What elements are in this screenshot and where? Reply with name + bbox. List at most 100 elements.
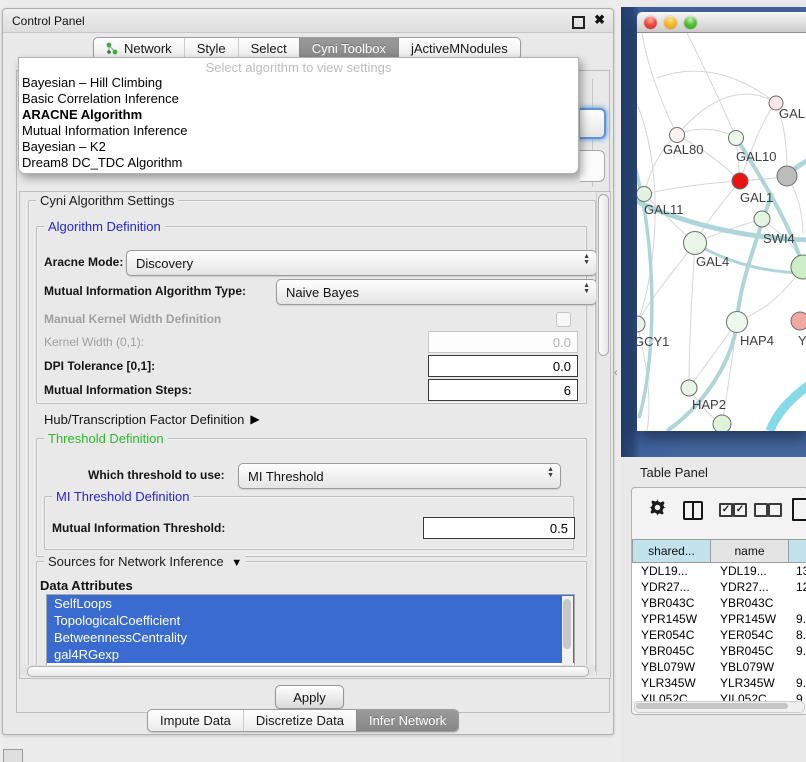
node-SWI4[interactable] <box>754 211 770 227</box>
tab-infer-network[interactable]: Infer Network <box>356 710 458 731</box>
network-canvas[interactable]: GALGAL80GAL10GAL1GAL11SWI4GAL4GCY1HAP4YH… <box>637 33 806 431</box>
node-GAL11[interactable] <box>637 187 652 202</box>
close-traffic-light-icon[interactable] <box>644 16 657 29</box>
table-row[interactable]: YDL19...YDL19...13 <box>632 563 806 579</box>
node-Y[interactable] <box>791 312 806 330</box>
threshold-select[interactable]: MI Threshold ▲▼ <box>238 463 561 489</box>
apply-button[interactable]: Apply <box>275 685 344 709</box>
menu-item[interactable]: Mutual Information Inference <box>19 123 578 139</box>
file-icon[interactable] <box>792 498 806 521</box>
list-item[interactable]: TopologicalCoefficient <box>47 612 574 629</box>
table-cell[interactable]: YBL079W <box>711 659 789 675</box>
table-row[interactable]: YBR045CYBR045C9. <box>632 643 806 659</box>
column-header[interactable]: name <box>711 539 789 563</box>
menu-item[interactable]: Bayesian – K2 <box>19 139 578 155</box>
control-panel-titlebar[interactable]: Control Panel ✖ <box>3 9 613 33</box>
table-cell[interactable]: 9. <box>789 675 806 691</box>
table-row[interactable]: YLR345WYLR345W9. <box>632 675 806 691</box>
select-all-checkbox-icon[interactable]: ✓ <box>733 503 747 517</box>
table-row[interactable]: YIL052CYIL052C9. <box>632 691 806 701</box>
table-horizontal-scrollbar[interactable] <box>634 701 805 713</box>
mi-algorithm-type-select[interactable]: Naive Bayes ▲▼ <box>276 279 597 305</box>
table-cell[interactable]: YLR345W <box>632 675 711 691</box>
table-cell[interactable]: YBR045C <box>711 643 789 659</box>
table-cell[interactable]: YDR27... <box>632 579 711 595</box>
table-row[interactable]: YDR27...YDR27...12 <box>632 579 806 595</box>
float-window-icon[interactable] <box>572 16 585 29</box>
menu-item[interactable]: Bayesian – Hill Climbing <box>19 75 578 91</box>
zoom-traffic-light-icon[interactable] <box>684 16 697 29</box>
tab-style[interactable]: Style <box>184 38 238 59</box>
network-view-window[interactable]: GALGAL80GAL10GAL1GAL11SWI4GAL4GCY1HAP4YH… <box>637 12 806 431</box>
tab-network[interactable]: Network <box>94 38 184 59</box>
deselect-all-checkbox-icon[interactable] <box>754 503 768 517</box>
node-unnamed[interactable] <box>777 166 797 186</box>
column-header[interactable]: shared... <box>632 539 711 563</box>
table-row[interactable]: YER054CYER054C8. <box>632 627 806 643</box>
node-GAL10[interactable] <box>729 131 744 146</box>
deselect-all-checkbox-icon[interactable] <box>768 503 782 517</box>
table-cell[interactable]: YDL19... <box>711 563 789 579</box>
table-cell[interactable]: YBR043C <box>632 595 711 611</box>
settings-horizontal-scrollbar[interactable] <box>20 665 595 676</box>
node-GAL4[interactable] <box>684 232 707 255</box>
manual-kernel-checkbox[interactable] <box>556 312 571 327</box>
table-row[interactable]: YBR043CYBR043C <box>632 595 806 611</box>
table-cell[interactable]: YIL052C <box>711 691 789 701</box>
table-cell[interactable] <box>789 659 806 675</box>
table-cell[interactable]: 9. <box>789 611 806 627</box>
node-unnamed[interactable] <box>791 255 806 279</box>
dpi-tolerance-input[interactable]: 0.0 <box>428 355 578 377</box>
minimize-traffic-light-icon[interactable] <box>664 16 677 29</box>
settings-vertical-scrollbar[interactable] <box>596 192 609 676</box>
table-cell[interactable]: 8. <box>789 627 806 643</box>
table-cell[interactable]: YIL052C <box>632 691 711 701</box>
table-cell[interactable]: 12 <box>789 579 806 595</box>
node-HAP4[interactable] <box>727 312 748 333</box>
menu-item-selected[interactable]: ARACNE Algorithm <box>19 107 578 123</box>
network-window-titlebar[interactable] <box>637 12 806 33</box>
table-cell[interactable]: YBL079W <box>632 659 711 675</box>
node-GCY1[interactable] <box>637 316 645 332</box>
hub-definition-expander[interactable]: Hub/Transcription Factor Definition ▶ <box>44 408 260 430</box>
table-cell[interactable]: YPR145W <box>632 611 711 627</box>
column-header[interactable]: A <box>789 539 806 563</box>
table-row[interactable]: YBL079WYBL079W <box>632 659 806 675</box>
hidden-combo-fragment[interactable] <box>580 108 606 139</box>
list-item[interactable]: SelfLoops <box>47 595 574 612</box>
select-all-checkbox-icon[interactable]: ✓ <box>719 503 733 517</box>
gear-icon[interactable] <box>649 499 666 516</box>
tab-discretize-data[interactable]: Discretize Data <box>243 710 356 731</box>
tab-jactivemnodules[interactable]: jActiveMNodules <box>398 38 520 59</box>
data-attributes-list[interactable]: SelfLoops TopologicalCoefficient Between… <box>46 594 575 667</box>
list-item[interactable]: gal4RGexp <box>47 646 574 663</box>
menu-item[interactable]: Basic Correlation Inference <box>19 91 578 107</box>
table-cell[interactable] <box>789 595 806 611</box>
table-cell[interactable]: 9. <box>789 643 806 659</box>
columns-icon[interactable] <box>683 501 703 520</box>
node-GAL80[interactable] <box>670 128 685 143</box>
divider-collapse-icon[interactable]: ‹ <box>614 367 618 379</box>
close-icon[interactable]: ✖ <box>594 12 605 28</box>
node-HAP2[interactable] <box>681 380 697 396</box>
list-scrollbar[interactable] <box>562 596 573 665</box>
table-cell[interactable]: 9. <box>789 691 806 701</box>
tab-impute-data[interactable]: Impute Data <box>148 710 243 731</box>
table-cell[interactable]: YER054C <box>711 627 789 643</box>
table-cell[interactable]: YLR345W <box>711 675 789 691</box>
mi-threshold-input[interactable]: 0.5 <box>423 517 575 539</box>
node-unnamed[interactable] <box>713 415 731 431</box>
table-cell[interactable]: YBR045C <box>632 643 711 659</box>
table-cell[interactable]: 13 <box>789 563 806 579</box>
table-cell[interactable]: YDR27... <box>711 579 789 595</box>
menu-item[interactable]: Dream8 DC_TDC Algorithm <box>19 155 578 171</box>
tab-select[interactable]: Select <box>238 38 299 59</box>
tab-cyni-toolbox[interactable]: Cyni Toolbox <box>299 38 398 59</box>
collapsed-panel-icon[interactable] <box>3 749 23 762</box>
mi-steps-input[interactable]: 6 <box>428 379 578 401</box>
kernel-width-input[interactable]: 0.0 <box>428 331 578 353</box>
table-row[interactable]: YPR145WYPR145W9. <box>632 611 806 627</box>
table-cell[interactable]: YDL19... <box>632 563 711 579</box>
list-item[interactable]: BetweennessCentrality <box>47 629 574 646</box>
table-cell[interactable]: YER054C <box>632 627 711 643</box>
